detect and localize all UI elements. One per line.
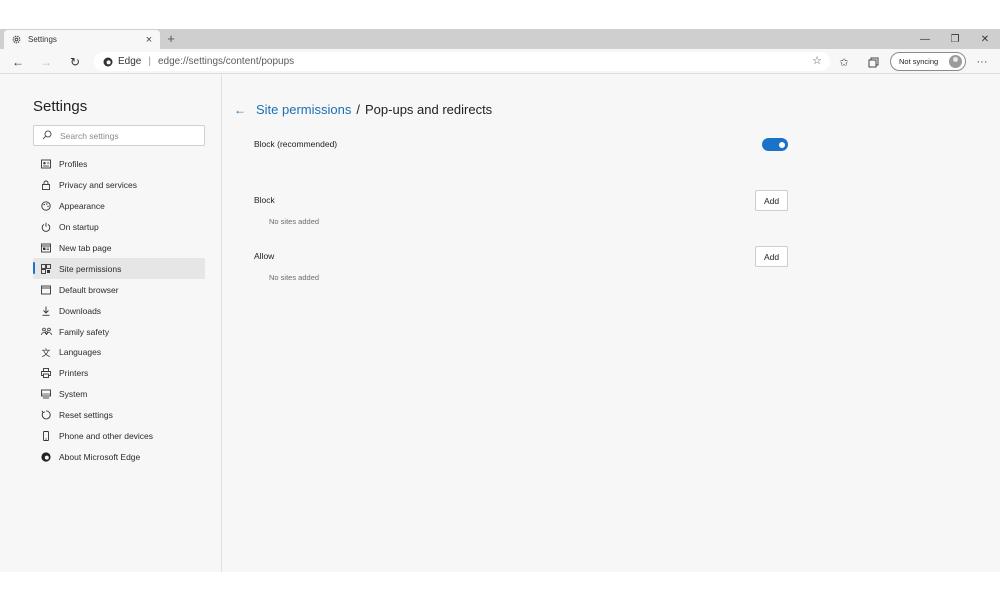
page-title: Settings — [33, 98, 88, 115]
power-icon — [40, 221, 52, 233]
sidebar-item-family-safety[interactable]: Family safety — [33, 321, 205, 342]
browser-window: Settings × + — ❐ ✕ ← → ↻ Edge | edge://s… — [0, 29, 1000, 572]
close-tab-icon[interactable]: × — [144, 34, 154, 46]
edge-logo-icon — [102, 56, 113, 67]
tab-title: Settings — [28, 35, 57, 44]
settings-sidebar: Settings Profiles Privacy and services A… — [0, 75, 222, 572]
sidebar-item-label: Privacy and services — [59, 180, 137, 191]
block-empty-text: No sites added — [269, 217, 320, 226]
more-options-icon[interactable]: ··· — [974, 54, 990, 70]
profile-card-icon — [40, 158, 52, 170]
search-box[interactable] — [33, 125, 205, 146]
lock-icon — [40, 179, 52, 191]
new-tab-button[interactable]: + — [164, 31, 178, 47]
sidebar-item-label: Site permissions — [59, 263, 122, 274]
language-icon: 文 — [41, 347, 51, 358]
tab-settings[interactable]: Settings × — [4, 30, 160, 49]
phone-icon — [40, 430, 52, 442]
minimize-icon[interactable]: — — [910, 29, 940, 49]
back-button[interactable]: ← — [9, 53, 27, 71]
sidebar-item-printers[interactable]: Printers — [33, 363, 205, 384]
sidebar-item-new-tab-page[interactable]: New tab page — [33, 238, 205, 259]
sidebar-item-label: About Microsoft Edge — [59, 451, 141, 462]
add-favorite-icon[interactable]: ☆ — [812, 54, 822, 67]
favorites-icon[interactable]: ✩ — [836, 54, 852, 70]
sidebar-item-profiles[interactable]: Profiles — [33, 154, 205, 175]
site-permissions-icon — [40, 263, 52, 275]
sidebar-item-label: Phone and other devices — [59, 431, 154, 442]
back-arrow-icon[interactable]: ← — [234, 103, 246, 117]
sidebar-item-label: On startup — [59, 222, 99, 233]
sidebar-item-appearance[interactable]: Appearance — [33, 196, 205, 217]
sync-status-label: Not syncing — [899, 57, 939, 66]
block-recommended-label: Block (recommended) — [254, 139, 338, 149]
sidebar-item-label: Default browser — [59, 284, 119, 295]
allow-section-label: Allow — [254, 251, 275, 261]
address-brand: Edge — [118, 56, 142, 67]
browser-window-icon — [40, 284, 52, 296]
sidebar-item-on-startup[interactable]: On startup — [33, 217, 205, 238]
collections-icon[interactable] — [865, 54, 881, 70]
reset-icon — [40, 409, 52, 421]
sidebar-item-phone-devices[interactable]: Phone and other devices — [33, 426, 205, 447]
block-recommended-toggle[interactable] — [762, 138, 788, 151]
sidebar-item-reset-settings[interactable]: Reset settings — [33, 405, 205, 426]
restore-icon[interactable]: ❐ — [940, 29, 970, 49]
sidebar-item-privacy[interactable]: Privacy and services — [33, 175, 205, 196]
close-window-icon[interactable]: ✕ — [970, 29, 1000, 49]
palette-icon — [40, 200, 52, 212]
block-section-label: Block — [254, 195, 275, 205]
allow-add-button[interactable]: Add — [755, 246, 788, 267]
sidebar-item-label: Printers — [59, 368, 89, 379]
sidebar-item-languages[interactable]: 文 Languages — [33, 342, 205, 363]
sidebar-item-label: Languages — [59, 347, 102, 358]
search-icon — [42, 130, 54, 142]
sidebar-item-label: System — [59, 389, 88, 400]
profile-sync-button[interactable]: Not syncing — [890, 52, 966, 71]
toolbar: ← → ↻ Edge | edge://settings/content/pop… — [0, 49, 1000, 74]
search-input[interactable] — [60, 130, 200, 141]
breadcrumb-separator: / — [356, 102, 360, 117]
address-bar[interactable]: Edge | edge://settings/content/popups ☆ — [94, 52, 830, 71]
allow-empty-text: No sites added — [269, 273, 320, 282]
sidebar-item-label: Downloads — [59, 305, 102, 316]
avatar — [949, 55, 962, 68]
computer-icon — [40, 388, 52, 400]
sidebar-item-system[interactable]: System — [33, 384, 205, 405]
family-icon — [40, 326, 52, 338]
sidebar-item-label: Reset settings — [59, 410, 113, 421]
sidebar-item-label: Family safety — [59, 326, 110, 337]
printer-icon — [40, 367, 52, 379]
sidebar-item-downloads[interactable]: Downloads — [33, 300, 205, 321]
breadcrumb-current: Pop-ups and redirects — [365, 102, 493, 117]
settings-nav: Profiles Privacy and services Appearance… — [33, 154, 205, 467]
sidebar-item-label: New tab page — [59, 243, 112, 253]
block-add-button[interactable]: Add — [755, 190, 788, 211]
refresh-button[interactable]: ↻ — [66, 53, 84, 71]
sidebar-item-label: Profiles — [59, 159, 88, 170]
address-separator: | — [148, 56, 151, 67]
new-tab-icon — [40, 242, 52, 254]
tab-strip: Settings × + — ❐ ✕ — [0, 29, 1000, 49]
sidebar-item-about-edge[interactable]: About Microsoft Edge — [33, 446, 205, 467]
sidebar-item-label: Appearance — [59, 201, 105, 212]
address-url: edge://settings/content/popups — [157, 56, 295, 67]
breadcrumb-parent-link[interactable]: Site permissions — [256, 102, 351, 117]
forward-button[interactable]: → — [37, 53, 55, 71]
edge-logo-icon — [40, 451, 52, 463]
download-icon — [40, 305, 52, 317]
sidebar-item-site-permissions[interactable]: Site permissions — [33, 258, 205, 280]
main-content: ← Site permissions / Pop-ups and redirec… — [222, 75, 1000, 572]
breadcrumb: ← Site permissions / Pop-ups and redirec… — [234, 102, 492, 117]
sidebar-item-default-browser[interactable]: Default browser — [33, 279, 205, 300]
gear-icon — [10, 34, 22, 46]
